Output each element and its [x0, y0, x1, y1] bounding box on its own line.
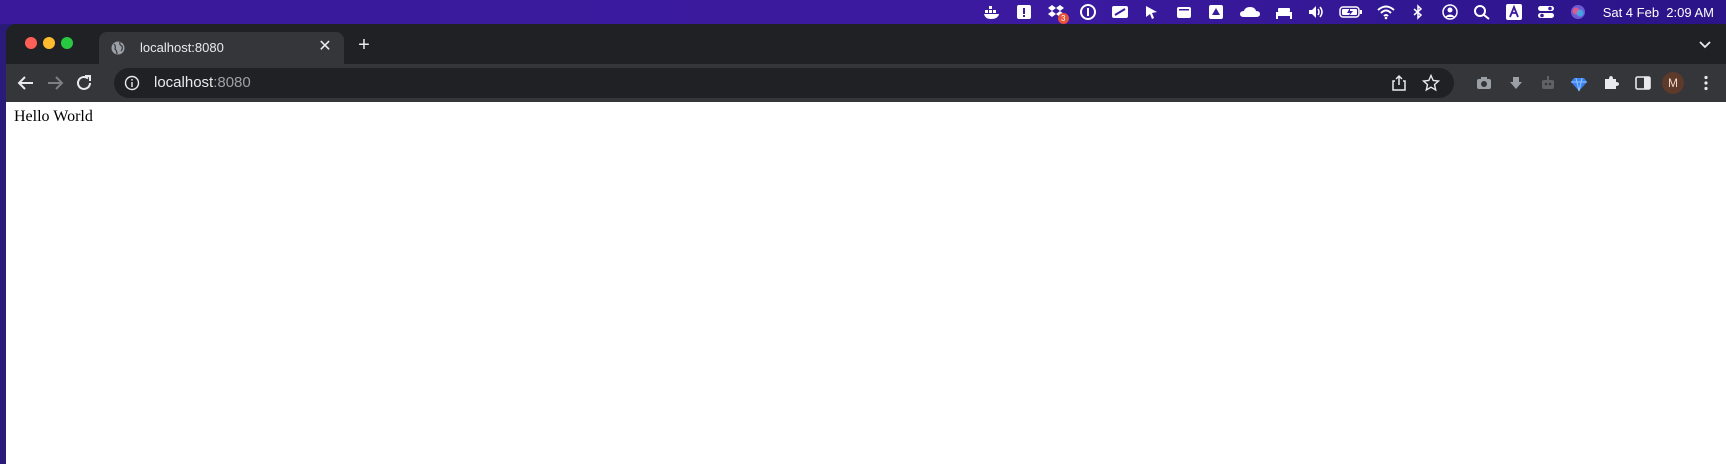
url-host: localhost	[154, 74, 214, 91]
address-bar[interactable]: localhost:8080	[114, 68, 1454, 98]
back-button[interactable]	[16, 73, 36, 93]
bed-icon[interactable]	[1275, 4, 1293, 20]
new-tab-button[interactable]: +	[354, 35, 374, 55]
drive-icon[interactable]	[1207, 4, 1225, 20]
window-icon[interactable]	[1175, 4, 1193, 20]
tab-title: localhost:8080	[140, 40, 224, 55]
dropbox-icon[interactable]: 3	[1047, 4, 1069, 24]
bookmark-star-icon[interactable]	[1422, 74, 1440, 92]
window-close-button[interactable]	[25, 37, 37, 49]
url-text[interactable]: localhost:8080	[154, 74, 251, 91]
globe-icon	[111, 41, 125, 55]
share-icon[interactable]	[1390, 74, 1408, 92]
close-tab-icon[interactable]: ✕	[316, 38, 334, 56]
browser-tab[interactable]: localhost:8080 ✕	[99, 32, 344, 64]
page-body-text: Hello World	[14, 108, 93, 125]
tab-search-icon[interactable]	[1698, 37, 1712, 51]
side-panel-icon	[1635, 76, 1651, 90]
extensions-button[interactable]	[1601, 73, 1621, 93]
site-info-icon[interactable]	[124, 75, 140, 91]
camera-icon	[1477, 77, 1491, 89]
tab-strip: localhost:8080 ✕ +	[6, 24, 1726, 64]
browser-menu-button[interactable]	[1696, 73, 1716, 93]
siri-icon[interactable]	[1569, 4, 1587, 20]
window-zoom-button[interactable]	[61, 37, 73, 49]
cursor-icon[interactable]	[1143, 4, 1161, 20]
notification-badge: 3	[1057, 13, 1069, 24]
puzzle-icon	[1605, 76, 1619, 89]
arrow-left-icon	[17, 76, 33, 90]
volume-icon[interactable]	[1307, 4, 1325, 20]
control-center-icon[interactable]	[1537, 4, 1555, 20]
battery-icon[interactable]	[1338, 4, 1363, 20]
download-extension-button[interactable]	[1506, 73, 1526, 93]
wifi-icon[interactable]	[1377, 4, 1395, 20]
side-panel-button[interactable]	[1633, 73, 1653, 93]
window-minimize-button[interactable]	[43, 37, 55, 49]
alert-icon[interactable]	[1015, 4, 1033, 20]
password-icon[interactable]	[1079, 4, 1097, 20]
arrow-right-icon	[48, 76, 64, 90]
cloud-icon[interactable]	[1239, 4, 1261, 20]
forward-button[interactable]	[45, 73, 65, 93]
reload-button[interactable]	[74, 73, 94, 93]
robot-extension-button[interactable]	[1538, 73, 1558, 93]
menubar-clock[interactable]: Sat 4 Feb 2:09 AM	[1603, 5, 1714, 20]
docker-icon[interactable]	[983, 4, 1001, 20]
gem-icon	[1571, 77, 1587, 92]
browser-toolbar: localhost:8080 M	[6, 64, 1726, 102]
url-port: :8080	[213, 74, 251, 91]
gem-extension-button[interactable]	[1569, 73, 1589, 93]
bluetooth-icon[interactable]	[1409, 4, 1427, 20]
macos-menubar: 3 Sat 4 Feb 2:09 AM	[0, 0, 1726, 24]
profile-avatar[interactable]: M	[1662, 72, 1684, 94]
text-input-icon[interactable]	[1505, 4, 1523, 20]
search-icon[interactable]	[1473, 4, 1491, 20]
more-vertical-icon	[1704, 75, 1708, 91]
menubar-date: Sat 4 Feb	[1602, 4, 1660, 20]
download-icon	[1510, 77, 1522, 89]
menubar-time: 2:09 AM	[1666, 4, 1714, 20]
page-viewport: Hello World	[6, 102, 1726, 464]
reload-icon	[77, 75, 91, 90]
robot-icon	[1542, 76, 1554, 89]
screen-icon[interactable]	[1111, 4, 1129, 20]
user-icon[interactable]	[1441, 4, 1459, 20]
screenshot-extension-button[interactable]	[1474, 73, 1494, 93]
browser-window: localhost:8080 ✕ + localhost:8080 M Hell…	[6, 24, 1726, 464]
